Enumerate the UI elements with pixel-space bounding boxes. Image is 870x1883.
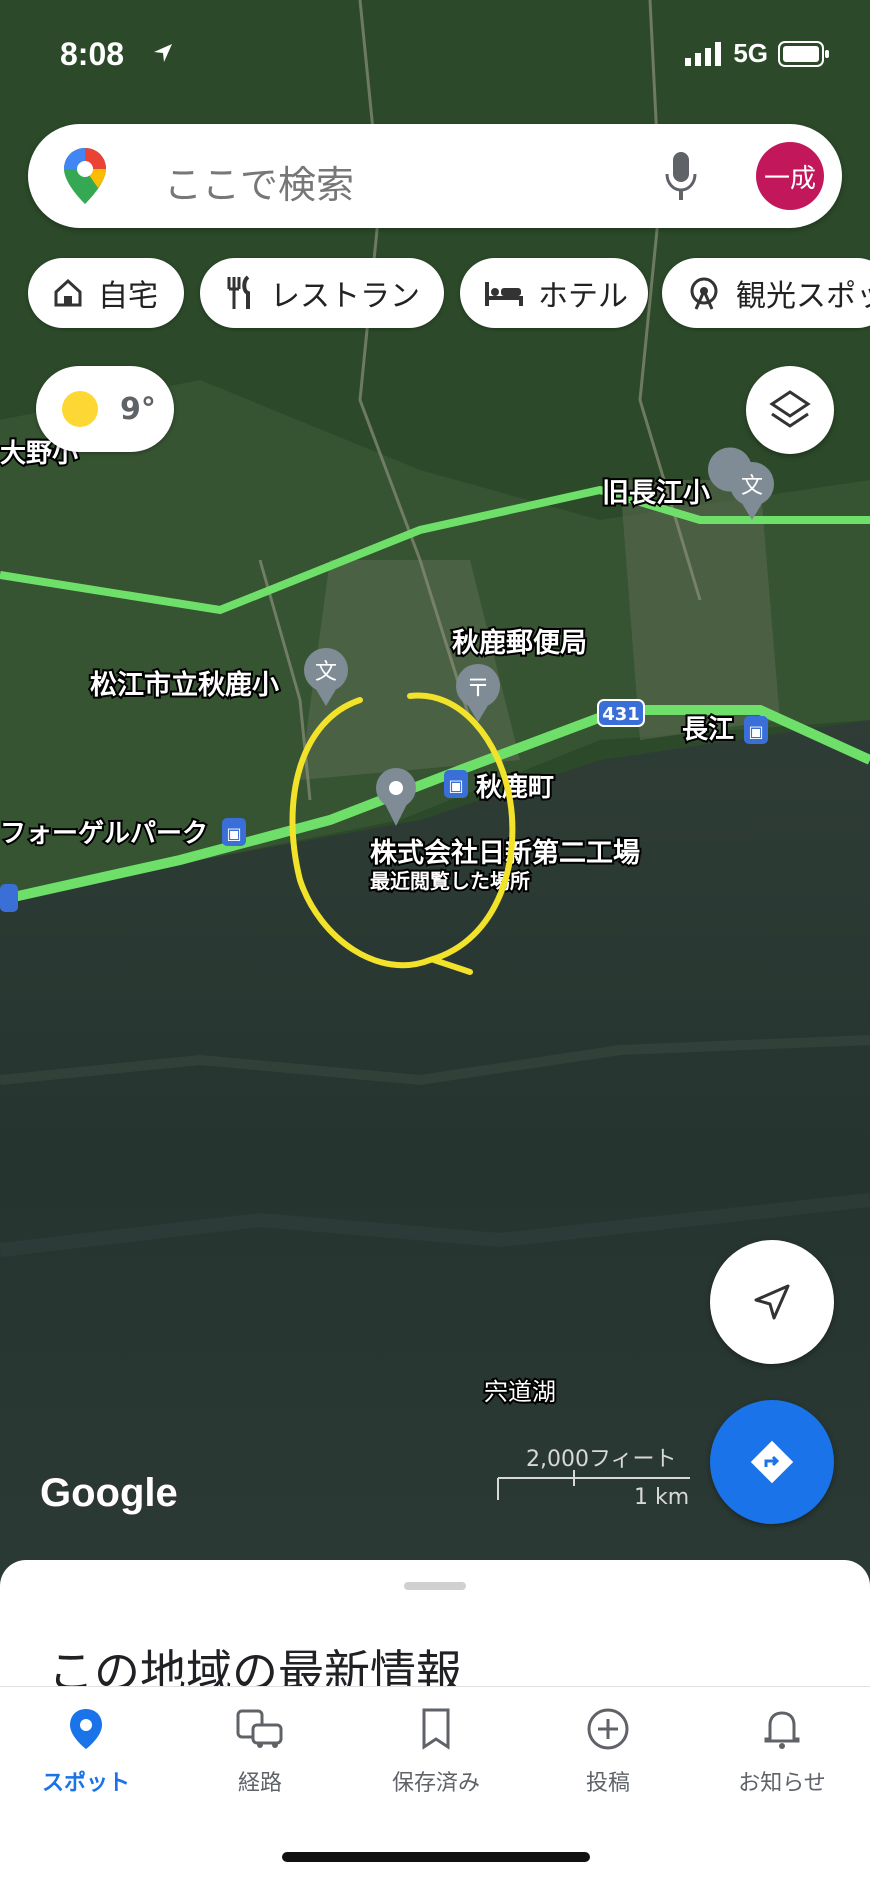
add-circle-icon xyxy=(587,1708,629,1750)
google-maps-logo-icon xyxy=(64,148,106,204)
chip-label: ホテル xyxy=(538,279,628,314)
tab-label: 保存済み xyxy=(391,1771,480,1796)
avatar[interactable]: 一成 xyxy=(756,142,824,210)
route-shield: 431 xyxy=(602,704,640,725)
status-bar: 8:08 5G xyxy=(0,28,870,84)
avatar-text: 一成 xyxy=(763,163,816,194)
svg-text:▣: ▣ xyxy=(748,722,763,741)
home-icon xyxy=(54,278,82,307)
map-label-school: 松江市立秋鹿小 xyxy=(90,669,279,701)
map-label-post-office: 秋鹿郵便局 xyxy=(452,627,587,659)
svg-text:▣: ▣ xyxy=(226,824,241,843)
microphone-icon[interactable] xyxy=(664,150,698,202)
chip-label: 観光スポッ xyxy=(736,279,870,314)
battery-icon xyxy=(778,40,829,67)
status-time: 8:08 xyxy=(60,36,125,72)
satellite-map[interactable]: 431 文 文 〒 ▣ ▣ ▣ 大野小 旧長江小 秋鹿郵便局 松江市立秋鹿小 長… xyxy=(0,0,870,1600)
map-label-nagae: 長江 xyxy=(682,715,734,745)
tab-updates[interactable]: お知らせ xyxy=(712,1707,852,1797)
scale-km: 1 km xyxy=(634,1485,689,1510)
svg-text:▣: ▣ xyxy=(448,776,463,795)
train-station-icon xyxy=(0,884,18,912)
map-label-lake: 宍道湖 xyxy=(484,1378,556,1406)
sheet-handle[interactable] xyxy=(404,1582,466,1590)
network-type: 5G xyxy=(733,38,768,68)
map-label-old-nagae: 旧長江小 xyxy=(602,478,710,509)
layers-button[interactable] xyxy=(746,366,834,454)
tab-label: 経路 xyxy=(237,1771,282,1796)
google-logo: Google xyxy=(40,1471,178,1515)
restaurant-icon xyxy=(227,275,250,309)
tab-saved[interactable]: 保存済み xyxy=(366,1707,506,1797)
map-label-vogel: フォーゲルパーク xyxy=(0,819,208,849)
hotel-icon xyxy=(485,282,523,306)
tab-label: 投稿 xyxy=(585,1771,630,1796)
map-label-place-name: 株式会社日新第二工場 xyxy=(370,837,640,869)
tab-explore[interactable]: スポット xyxy=(16,1707,156,1797)
weather-temp: 9° xyxy=(120,391,156,427)
train-station-icon: ▣ xyxy=(744,716,768,744)
chip-hotel[interactable]: ホテル xyxy=(460,258,648,328)
svg-text:〒: 〒 xyxy=(466,674,490,702)
train-station-icon: ▣ xyxy=(222,818,246,846)
place-pin-icon xyxy=(70,1709,102,1749)
signal-icon xyxy=(685,41,722,66)
chip-restaurant[interactable]: レストラン xyxy=(200,258,444,328)
search-placeholder: ここで検索 xyxy=(164,163,355,207)
tab-contribute[interactable]: 投稿 xyxy=(538,1707,678,1797)
layers-icon xyxy=(769,390,811,428)
chip-label: レストラン xyxy=(270,279,420,314)
tab-commute[interactable]: 経路 xyxy=(190,1707,330,1797)
map-label-station: 秋鹿町 xyxy=(476,772,554,803)
directions-button[interactable] xyxy=(710,1400,834,1524)
chip-home[interactable]: 自宅 xyxy=(28,258,184,328)
train-station-icon: ▣ xyxy=(444,770,468,798)
location-arrow-icon xyxy=(154,44,172,62)
chip-attraction[interactable]: 観光スポッ xyxy=(662,258,870,328)
directions-icon xyxy=(750,1440,794,1484)
tab-label: スポット xyxy=(41,1771,130,1796)
home-indicator xyxy=(282,1852,590,1862)
svg-text:文: 文 xyxy=(315,660,337,685)
bookmark-icon xyxy=(422,1708,450,1750)
chip-label: 自宅 xyxy=(98,279,158,314)
my-location-button[interactable] xyxy=(710,1240,834,1364)
scale-ft: 2,000フィート xyxy=(526,1447,677,1472)
svg-text:文: 文 xyxy=(741,474,763,499)
sun-icon xyxy=(62,391,98,427)
attraction-icon xyxy=(690,277,718,310)
bell-icon xyxy=(764,1711,800,1749)
commute-icon xyxy=(236,1709,283,1748)
weather-badge[interactable]: 9° xyxy=(36,366,174,452)
tab-label: お知らせ xyxy=(738,1771,826,1796)
navigation-arrow-icon xyxy=(754,1284,790,1320)
search-bar[interactable]: ここで検索 一成 xyxy=(28,124,842,228)
